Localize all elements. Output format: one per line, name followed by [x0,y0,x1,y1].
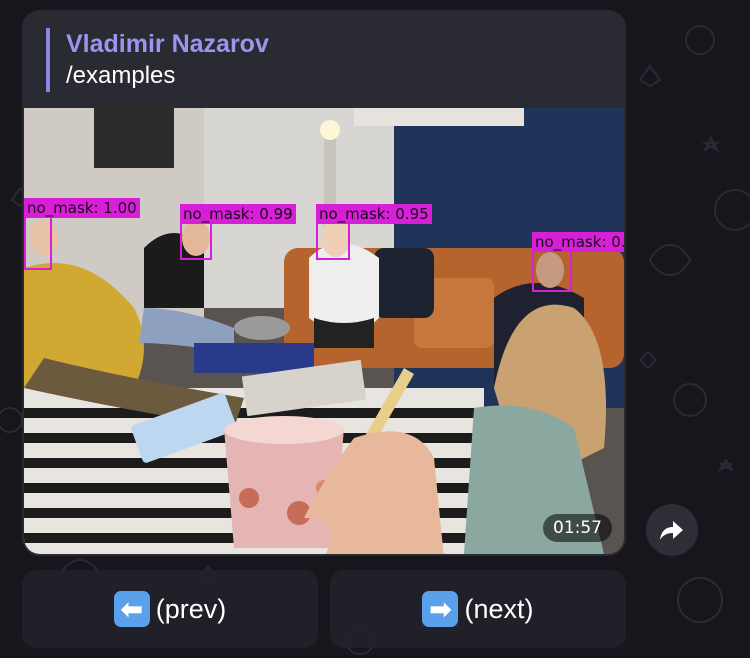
prev-button[interactable]: ⬅ (prev) [22,570,318,648]
detection-box-4 [532,248,572,292]
reply-author-name: Vladimir Nazarov [66,30,269,58]
right-arrow-emoji-icon: ➡ [422,591,459,627]
video-thumbnail-image [24,108,624,554]
prev-button-label: (prev) [155,593,227,624]
next-button-label: (next) [464,593,534,624]
detection-label-1: no_mask: 1.00 [24,198,140,218]
reply-quote[interactable]: Vladimir Nazarov /examples [46,28,269,92]
left-arrow-emoji-icon: ⬅ [113,591,150,627]
detection-box-1 [24,216,52,270]
detection-label-3: no_mask: 0.95 [316,204,432,224]
detection-label-2: no_mask: 0.99 [180,204,296,224]
next-button[interactable]: ➡ (next) [330,570,626,648]
detection-box-3 [316,218,350,260]
reply-quoted-text: /examples [66,62,176,89]
detection-box-2 [180,218,212,260]
forward-button[interactable] [646,504,698,556]
video-duration-badge: 01:57 [543,514,612,542]
forward-arrow-icon [660,521,683,540]
video-preview[interactable]: no_mask: 1.00 no_mask: 0.99 no_mask: 0.9… [24,108,624,554]
message-bubble[interactable]: Vladimir Nazarov /examples no_mask: 1.00… [22,10,626,556]
detection-label-4: no_mask: 0.9 [532,232,624,252]
